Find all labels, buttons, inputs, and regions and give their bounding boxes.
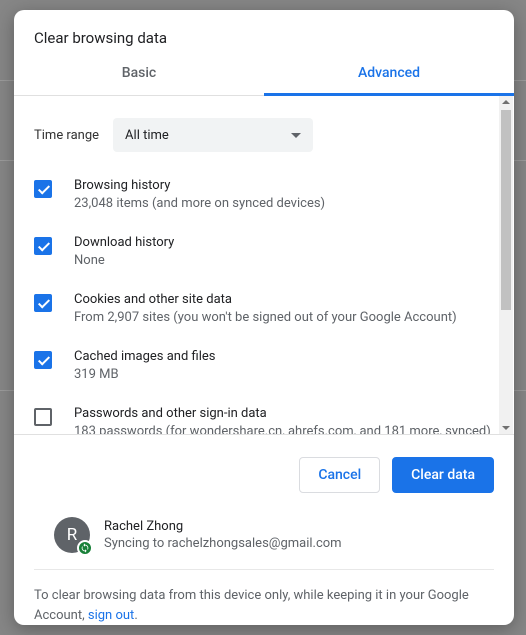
option-cached-images[interactable]: Cached images and files 319 MB (34, 337, 494, 394)
tab-advanced[interactable]: Advanced (264, 65, 514, 96)
cancel-button[interactable]: Cancel (299, 457, 380, 493)
dialog-footer: Cancel Clear data (14, 434, 514, 505)
sign-out-link[interactable]: sign out (88, 608, 134, 623)
avatar: R (54, 517, 90, 553)
option-title: Browsing history (74, 178, 325, 193)
time-range-value: All time (125, 128, 169, 143)
option-passwords[interactable]: Passwords and other sign-in data 183 pas… (34, 394, 494, 434)
sync-icon (77, 540, 93, 556)
footer-note: To clear browsing data from this device … (14, 570, 514, 625)
note-text-end: . (134, 608, 137, 623)
account-row: R Rachel Zhong Syncing to rachelzhongsal… (34, 505, 494, 570)
chevron-down-icon (291, 133, 301, 138)
option-subtitle: None (74, 253, 174, 268)
checkbox[interactable] (34, 237, 52, 255)
time-range-row: Time range All time (34, 96, 494, 166)
clear-data-button[interactable]: Clear data (392, 457, 494, 493)
option-subtitle: 183 passwords (for wondershare.cn, ahref… (74, 424, 491, 434)
options-scroll-area: Time range All time Browsing history 23,… (14, 96, 514, 434)
dialog-title: Clear browsing data (14, 10, 514, 65)
option-download-history[interactable]: Download history None (34, 223, 494, 280)
checkbox[interactable] (34, 294, 52, 312)
scroll-down-icon[interactable] (502, 426, 510, 430)
option-browsing-history[interactable]: Browsing history 23,048 items (and more … (34, 166, 494, 223)
tab-basic[interactable]: Basic (14, 65, 264, 96)
scroll-up-icon[interactable] (502, 100, 510, 104)
option-subtitle: 319 MB (74, 367, 215, 382)
clear-browsing-data-dialog: Clear browsing data Basic Advanced Time … (14, 10, 514, 625)
option-subtitle: From 2,907 sites (you won't be signed ou… (74, 310, 457, 325)
account-sync-status: Syncing to rachelzhongsales@gmail.com (104, 536, 342, 551)
option-title: Passwords and other sign-in data (74, 406, 491, 421)
checkbox[interactable] (34, 408, 52, 426)
checkbox[interactable] (34, 180, 52, 198)
scrollbar-thumb[interactable] (501, 110, 511, 310)
scrollbar[interactable] (499, 96, 513, 434)
time-range-label: Time range (34, 128, 99, 143)
time-range-select[interactable]: All time (113, 118, 313, 152)
option-title: Cookies and other site data (74, 292, 457, 307)
checkbox[interactable] (34, 351, 52, 369)
option-subtitle: 23,048 items (and more on synced devices… (74, 196, 325, 211)
option-title: Cached images and files (74, 349, 215, 364)
option-cookies[interactable]: Cookies and other site data From 2,907 s… (34, 280, 494, 337)
avatar-initial: R (67, 525, 77, 545)
account-name: Rachel Zhong (104, 519, 342, 534)
option-title: Download history (74, 235, 174, 250)
tab-bar: Basic Advanced (14, 65, 514, 96)
